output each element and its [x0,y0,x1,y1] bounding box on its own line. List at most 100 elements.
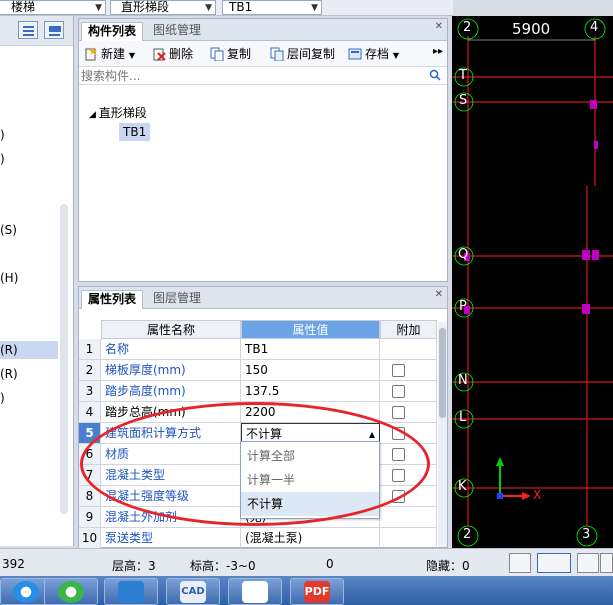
component-subtype-combo[interactable]: 直形梯段 ▼ [110,0,216,15]
nav-item[interactable]: (H) [0,269,58,287]
property-name: 泵送类型 [101,528,241,549]
status-bar: 392 层高：3 标高：-3~0 0 隐藏：0 [0,548,613,576]
property-name: 梯板厚度(mm) [101,360,241,381]
grid-view-button[interactable] [44,21,64,39]
cross-icon[interactable] [577,553,599,573]
addition-checkbox[interactable] [392,427,405,440]
addition-checkbox[interactable] [392,469,405,482]
app-arrow-icon [242,581,268,603]
taskbar: CAD PDF [0,576,613,605]
copy-label: 复制 [227,47,252,61]
nav-item[interactable]: ) [0,126,58,144]
taskbar-pdf-app[interactable]: PDF [290,578,344,605]
addition-cell [380,444,437,465]
nav-item[interactable]: ) [0,389,58,407]
tree-node-straight-flight[interactable]: ◢ 直形梯段 [89,104,147,121]
close-icon[interactable]: ✕ [435,21,443,32]
addition-checkbox[interactable] [392,490,405,503]
app-refresh-icon [58,581,84,603]
close-icon[interactable]: ✕ [435,289,443,300]
table-row[interactable]: 10 泵送类型 (混凝土泵) [79,528,437,549]
component-type-combo[interactable]: 楼梯 ▼ [0,0,106,15]
tab-component-list[interactable]: 构件列表 [81,22,144,41]
row-index: 4 [79,402,101,423]
addition-checkbox[interactable] [392,406,405,419]
addition-checkbox[interactable] [392,385,405,398]
row-index: 6 [79,444,101,465]
delete-label: 删除 [169,47,194,61]
option-no-calc[interactable]: 不计算 [241,492,379,516]
option-calc-half[interactable]: 计算一半 [241,468,379,492]
table-row[interactable]: 2 梯板厚度(mm) 150 [79,360,437,381]
status-count: 0 [326,557,334,571]
property-scrollbar[interactable] [438,322,447,547]
addition-checkbox[interactable] [392,448,405,461]
scrollbar-thumb[interactable] [439,328,446,418]
nav-item[interactable]: (R) [0,365,58,383]
nav-item[interactable]: (S) [0,221,58,239]
taskbar-app-3[interactable] [104,578,158,605]
delete-button[interactable]: 删除 [151,45,193,63]
snap-icon[interactable] [537,553,571,573]
cad-drawing [452,18,613,547]
table-row[interactable]: 4 踏步总高(mm) 2200 [79,402,437,423]
option-calc-all[interactable]: 计算全部 [241,444,379,468]
property-value[interactable]: (混凝土泵) [241,528,380,549]
area-calc-dropdown: 计算全部 计算一半 不计算 [240,441,380,519]
property-name: 踏步高度(mm) [101,381,241,402]
nav-item-selected[interactable]: (R) [0,341,58,359]
chevron-down-icon: ▼ [205,3,212,13]
component-name-value: TB1 [229,0,253,14]
header-addition: 附加 [380,320,437,339]
property-name: 踏步总高(mm) [101,402,241,423]
addition-cell [380,486,437,507]
tab-layer-management[interactable]: 图层管理 [147,290,207,309]
list-icon-bar [23,34,34,36]
taskbar-app-1[interactable] [0,578,50,605]
search-icon[interactable] [429,69,441,81]
addition-cell [380,528,437,549]
list-icon-bar [23,30,34,32]
component-list-panel: 构件列表 图纸管理 ✕ 新建 ▼ 删除 复制 层间复制 存档 ▼ ▸▸ 搜索构件… [78,18,448,282]
tree-collapse-icon[interactable]: ◢ [89,110,99,120]
grid-toggle-icon[interactable] [600,553,613,573]
nav-item[interactable]: ) [0,150,58,168]
row-index: 9 [79,507,101,528]
taskbar-app-5[interactable] [228,578,282,605]
addition-checkbox[interactable] [392,364,405,377]
more-icon[interactable]: ▸▸ [433,46,443,57]
tree-node-tb1[interactable]: TB1 [119,123,151,141]
new-button[interactable]: 新建 ▼ [83,45,135,63]
copy-button[interactable]: 复制 [209,45,251,63]
ortho-icon[interactable] [509,553,531,573]
property-value[interactable]: 2200 [241,402,380,423]
tree-node-label: 直形梯段 [98,106,147,120]
tab-drawing-management[interactable]: 图纸管理 [147,22,207,41]
property-value[interactable]: 150 [241,360,380,381]
list-view-button[interactable] [18,21,38,39]
app-t-icon [118,581,144,603]
property-name: 混凝土强度等级 [101,486,241,507]
grid-label: P [459,299,467,314]
component-name-combo[interactable]: TB1 ▼ [222,0,322,15]
floor-copy-button[interactable]: 层间复制 [269,45,335,63]
table-row[interactable]: 3 踏步高度(mm) 137.5 [79,381,437,402]
tab-property-list[interactable]: 属性列表 [81,290,144,309]
grid-label: T [459,68,467,83]
navigation-scrollbar[interactable] [60,204,68,514]
addition-cell [380,381,437,402]
property-value[interactable]: TB1 [241,339,380,360]
property-value[interactable]: 137.5 [241,381,380,402]
taskbar-app-2[interactable] [44,578,98,605]
status-elevation: 标高：-3~0 [190,559,256,573]
table-row[interactable]: 1 名称 TB1 [79,339,437,360]
save-button[interactable]: 存档 ▼ [347,45,399,63]
grid-label: L [459,410,467,425]
grid-icon [49,26,61,32]
search-input[interactable] [81,68,426,84]
cad-canvas[interactable]: 2 5900 4 T S Q P N L K 2 3 X [452,16,613,548]
grid-label: Q [458,247,469,262]
grid-icon-bar [49,34,60,36]
taskbar-cad-app[interactable]: CAD [166,578,220,605]
archive-icon [348,48,362,60]
